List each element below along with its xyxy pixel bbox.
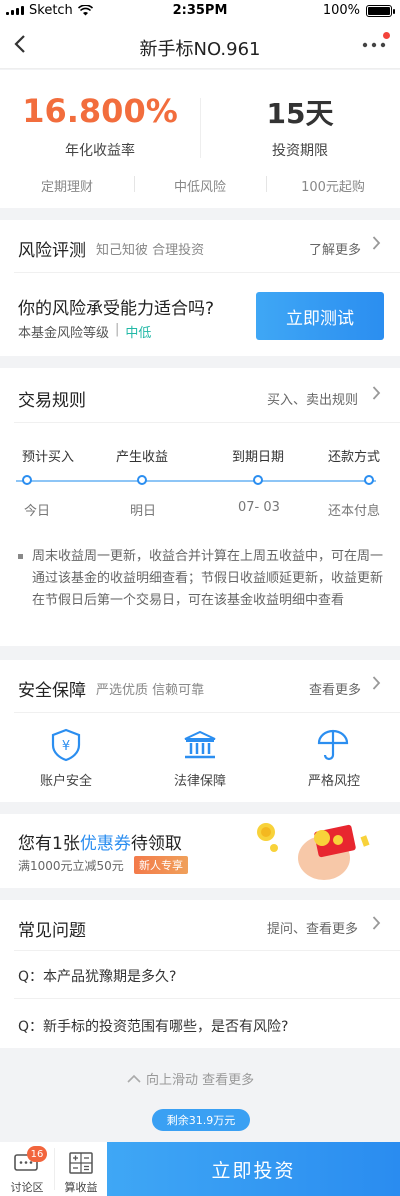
battery-info: 100%: [322, 3, 395, 18]
coupon-suffix: 待领取: [130, 834, 182, 854]
annual-rate-label: 年化收益率: [65, 143, 135, 159]
investment-term: 15天: [266, 97, 334, 130]
timeline-dot: [137, 475, 147, 485]
bank-icon: [183, 730, 217, 764]
risk-more-link[interactable]: 了解更多: [309, 239, 361, 258]
chevron-right-icon[interactable]: [372, 235, 381, 256]
calculator-label: 算收益: [64, 1181, 98, 1194]
battery-icon: [366, 4, 395, 17]
svg-text:¥: ¥: [62, 739, 70, 754]
calculator-button[interactable]: 算收益: [55, 1142, 107, 1196]
red-envelope-icon: [254, 818, 384, 890]
divider: [14, 272, 400, 273]
risk-question: 你的风险承受能力适合吗?: [18, 299, 215, 319]
product-tag: 中低风险: [173, 180, 226, 195]
rules-note: 周末收益周一更新，收益合并计算在上周五收益中，可在周一通过该基金的收益明细查看；…: [32, 549, 384, 608]
chevron-right-icon[interactable]: [372, 675, 381, 696]
shield-icon: ¥: [50, 728, 82, 766]
step-value: 07- 03: [238, 500, 280, 515]
annual-rate: 16.800%: [22, 92, 178, 130]
remaining-amount-badge: 剩余31.9万元: [152, 1109, 250, 1131]
risk-control-label: 严格风控: [307, 774, 360, 789]
step-value: 还本付息: [328, 504, 381, 519]
account-security-label: 账户安全: [39, 774, 92, 789]
nav-bar: 新手标NO.961: [0, 22, 400, 69]
coupon-title[interactable]: 您有1张优惠券待领取: [18, 829, 182, 854]
coupon-desc: 满1000元立减50元: [18, 859, 124, 873]
divider: [14, 950, 400, 951]
step-label: 产生收益: [116, 450, 169, 465]
security-title: 安全保障: [18, 681, 86, 701]
battery-percent: 100%: [322, 3, 360, 18]
chevron-up-icon: [127, 1074, 141, 1083]
timeline-dot: [22, 475, 32, 485]
rules-title: 交易规则: [18, 391, 86, 411]
discuss-count-badge: 16: [27, 1146, 47, 1162]
faq-more-link[interactable]: 提问、查看更多: [267, 918, 358, 937]
chevron-right-icon[interactable]: [372, 385, 381, 406]
new-user-tag: 新人专享: [134, 856, 188, 874]
chevron-right-icon[interactable]: [372, 915, 381, 936]
risk-level-value: 中低: [125, 326, 152, 341]
calculator-icon: [69, 1152, 93, 1174]
risk-subtitle: 知己知彼 合理投资: [96, 243, 205, 258]
step-value: 今日: [24, 504, 51, 519]
coupon-prefix: 您有1张: [18, 834, 80, 854]
divider: [14, 998, 400, 999]
coupon-highlight: 优惠券: [79, 834, 131, 854]
divider: [14, 422, 400, 423]
faq-item[interactable]: Q：本产品犹豫期是多久?: [18, 966, 176, 986]
risk-title: 风险评测: [18, 241, 86, 261]
step-label: 还款方式: [328, 450, 381, 465]
separator: |: [115, 322, 120, 337]
timeline-dot: [253, 475, 263, 485]
scroll-hint-text: 向上滑动 查看更多: [146, 1073, 255, 1088]
faq-title: 常见问题: [18, 921, 86, 941]
page-title: 新手标NO.961: [139, 39, 261, 60]
invest-now-button[interactable]: 立即投资: [107, 1142, 400, 1196]
security-subtitle: 严选优质 信赖可靠: [96, 683, 205, 698]
start-test-button[interactable]: 立即测试: [256, 292, 384, 340]
bullet-icon: [18, 554, 23, 559]
legal-protection-label: 法律保障: [173, 774, 226, 789]
investment-term-label: 投资期限: [272, 143, 328, 159]
step-value: 明日: [130, 504, 157, 519]
notification-dot: [383, 32, 390, 39]
step-label: 到期日期: [232, 450, 285, 465]
status-bar: Sketch 2:35PM 100%: [0, 0, 400, 22]
product-tag: 100元起购: [301, 180, 365, 195]
risk-level-label: 本基金风险等级: [18, 326, 110, 341]
faq-item[interactable]: Q：新手标的投资范围有哪些，是否有风险?: [18, 1016, 288, 1036]
risk-level-row: 本基金风险等级 | 中低: [18, 322, 151, 341]
divider: [14, 712, 400, 713]
security-more-link[interactable]: 查看更多: [309, 679, 361, 698]
scroll-hint: 向上滑动 查看更多: [126, 1069, 254, 1088]
rules-more-link[interactable]: 买入、卖出规则: [267, 389, 358, 408]
step-label: 预计买入: [22, 450, 75, 465]
umbrella-icon: [317, 728, 349, 766]
product-tag: 定期理财: [40, 180, 93, 195]
timeline-dot: [364, 475, 374, 485]
discuss-label: 讨论区: [10, 1181, 44, 1194]
timeline-line: [26, 480, 376, 482]
